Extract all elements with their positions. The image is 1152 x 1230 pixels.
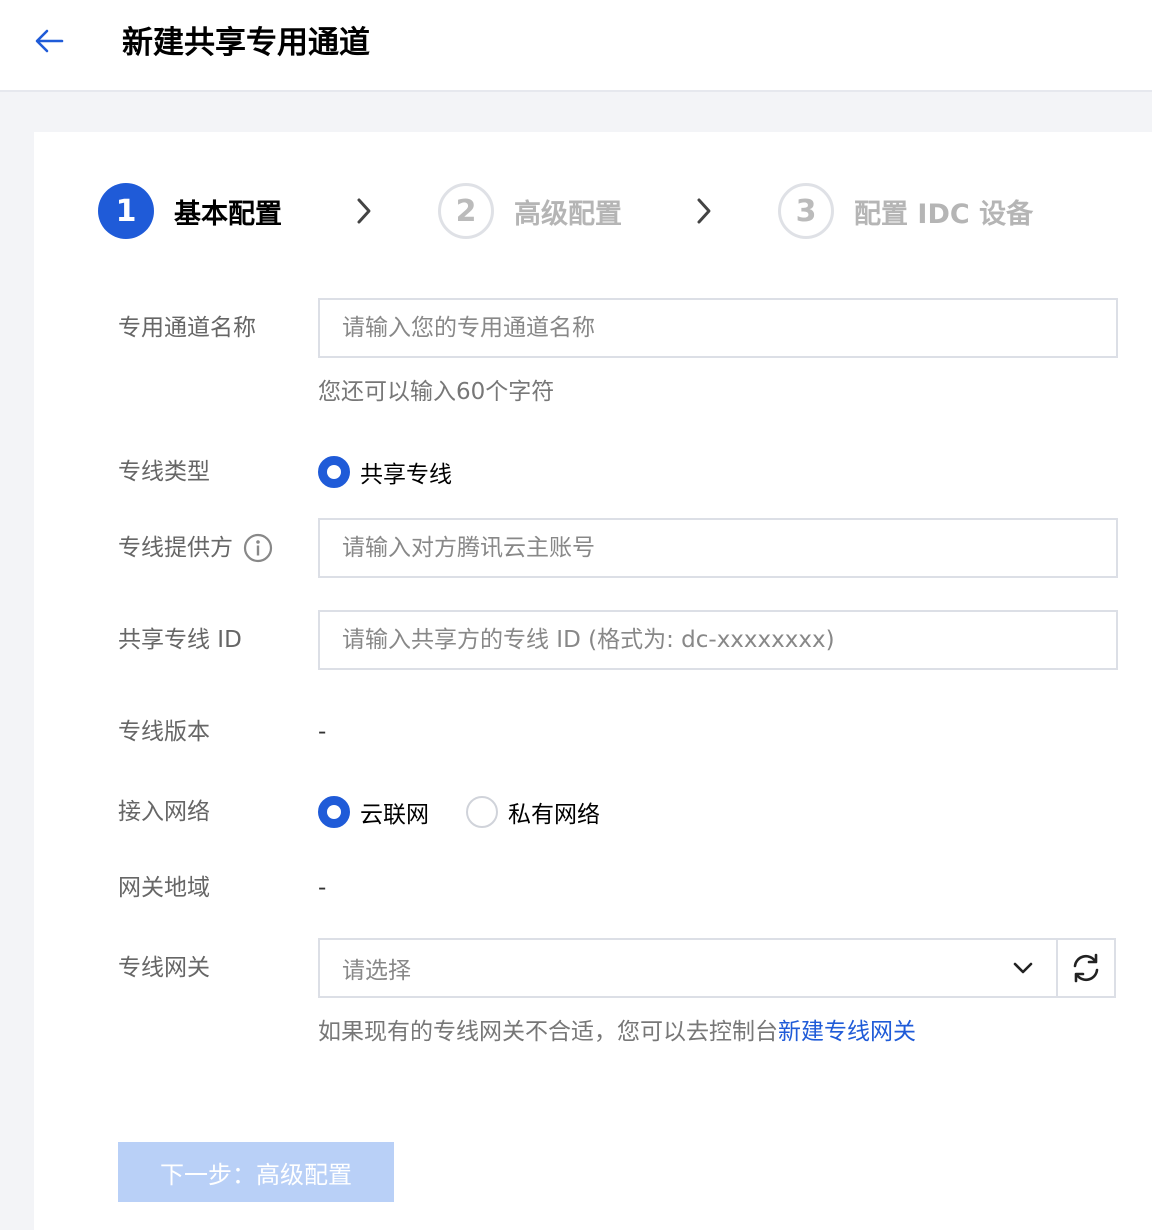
channel-name-hint: 您还可以输入60个字符 — [318, 379, 555, 405]
page-title: 新建共享专用通道 — [122, 25, 370, 61]
channel-name-label: 专用通道名称 — [118, 315, 256, 341]
chevron-down-icon[interactable] — [1012, 961, 1034, 975]
provider-label: 专线提供方 — [118, 535, 233, 561]
region-value: - — [318, 875, 327, 901]
radio-shared-line-label: 共享专线 — [360, 462, 452, 488]
shared-id-label: 共享专线 ID — [118, 627, 242, 653]
step-2-number: 2 — [438, 183, 494, 239]
region-label: 网关地域 — [118, 875, 210, 901]
radio-ccn[interactable]: 云联网 — [318, 795, 429, 829]
provider-label-row: 专线提供方 — [118, 532, 273, 564]
gateway-select-placeholder: 请选择 — [342, 958, 411, 984]
next-step-button[interactable]: 下一步：高级配置 — [118, 1142, 394, 1202]
form-card — [34, 132, 1152, 1230]
network-label: 接入网络 — [118, 799, 210, 825]
radio-vpc[interactable]: 私有网络 — [466, 795, 600, 829]
step-2-label: 高级配置 — [514, 198, 622, 230]
step-2: 2 高级配置 — [438, 182, 622, 240]
refresh-button[interactable] — [1056, 938, 1116, 998]
step-1-number: 1 — [98, 183, 154, 239]
create-gateway-link[interactable]: 新建专线网关 — [778, 1019, 916, 1045]
version-label: 专线版本 — [118, 719, 210, 745]
radio-checked-icon[interactable] — [318, 456, 350, 488]
line-type-label: 专线类型 — [118, 459, 210, 485]
radio-checked-icon[interactable] — [318, 796, 350, 828]
step-1-label: 基本配置 — [174, 198, 282, 230]
step-3-number: 3 — [778, 183, 834, 239]
radio-shared-line[interactable]: 共享专线 — [318, 455, 452, 489]
radio-vpc-label: 私有网络 — [508, 802, 600, 828]
arrow-left-icon[interactable] — [32, 26, 66, 56]
radio-ccn-label: 云联网 — [360, 802, 429, 828]
info-icon[interactable] — [243, 533, 273, 563]
radio-unchecked-icon[interactable] — [466, 796, 498, 828]
chevron-right-icon — [357, 198, 371, 224]
channel-name-input[interactable] — [318, 298, 1118, 358]
provider-input[interactable] — [318, 518, 1118, 578]
gateway-hint-text: 如果现有的专线网关不合适，您可以去控制台 — [318, 1019, 778, 1045]
gateway-select[interactable]: 请选择 — [318, 938, 1058, 998]
gateway-label: 专线网关 — [118, 955, 210, 981]
back-button[interactable] — [32, 26, 66, 56]
step-1: 1 基本配置 — [98, 182, 282, 240]
version-value: - — [318, 719, 327, 745]
shared-id-input[interactable] — [318, 610, 1118, 670]
chevron-right-icon — [697, 198, 711, 224]
gateway-hint: 如果现有的专线网关不合适，您可以去控制台新建专线网关 — [318, 1017, 916, 1047]
refresh-icon[interactable] — [1069, 951, 1103, 985]
step-3: 3 配置 IDC 设备 — [778, 182, 1033, 240]
step-3-label: 配置 IDC 设备 — [854, 198, 1034, 230]
page-header: 新建共享专用通道 — [0, 0, 1152, 92]
